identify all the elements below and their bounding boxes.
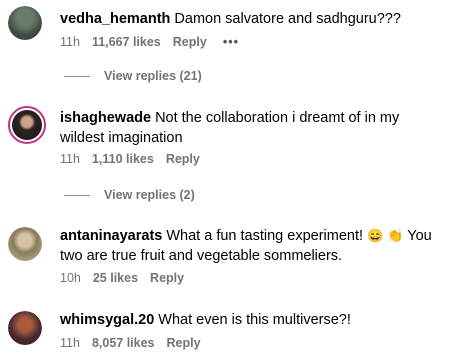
view-replies-button[interactable]: View replies (2) bbox=[64, 186, 195, 204]
username[interactable]: ishaghewade bbox=[60, 110, 151, 126]
clapping-hands-emoji-icon: 👏 bbox=[387, 228, 404, 243]
comment-meta: 10h 25 likes Reply bbox=[60, 269, 196, 287]
username[interactable]: whimsygal.20 bbox=[60, 312, 154, 328]
comment-body: What a fun tasting experiment! bbox=[166, 228, 364, 244]
comment-meta: 11h 8,057 likes Reply bbox=[60, 334, 213, 352]
comment-text: ishaghewade Not the collaboration i dream… bbox=[60, 108, 445, 148]
username[interactable]: antaninayarats bbox=[60, 228, 162, 244]
reply-button[interactable]: Reply bbox=[173, 35, 207, 49]
like-count[interactable]: 11,667 likes bbox=[92, 35, 161, 49]
view-replies-label: View replies (2) bbox=[104, 188, 195, 202]
more-options-icon[interactable]: ••• bbox=[223, 35, 239, 49]
username[interactable]: vedha_hemanth bbox=[60, 11, 170, 27]
reply-button[interactable]: Reply bbox=[167, 336, 201, 350]
comment-text: whimsygal.20 What even is this multiverse… bbox=[60, 310, 445, 330]
reply-button[interactable]: Reply bbox=[166, 152, 200, 166]
comment-body: What even is this multiverse?! bbox=[158, 312, 351, 328]
view-replies-button[interactable]: View replies (21) bbox=[64, 67, 202, 85]
avatar[interactable] bbox=[8, 227, 42, 261]
comment-text: antaninayarats What a fun tasting experim… bbox=[60, 226, 445, 266]
grinning-face-emoji-icon: 😄 bbox=[367, 228, 384, 243]
like-count[interactable]: 1,110 likes bbox=[92, 152, 154, 166]
timestamp[interactable]: 11h bbox=[60, 336, 80, 350]
timestamp[interactable]: 11h bbox=[60, 35, 80, 49]
view-replies-label: View replies (21) bbox=[104, 69, 202, 83]
comment-meta: 11h 1,110 likes Reply bbox=[60, 150, 212, 168]
divider bbox=[64, 194, 90, 196]
avatar[interactable] bbox=[8, 6, 42, 40]
comment-text: vedha_hemanth Damon salvatore and sadhgur… bbox=[60, 9, 445, 29]
divider bbox=[64, 75, 90, 77]
timestamp[interactable]: 10h bbox=[60, 271, 81, 285]
comment-body: Damon salvatore and sadhguru??? bbox=[174, 11, 401, 27]
avatar[interactable] bbox=[8, 311, 42, 345]
timestamp[interactable]: 11h bbox=[60, 152, 80, 166]
avatar[interactable] bbox=[8, 106, 46, 144]
like-count[interactable]: 25 likes bbox=[93, 271, 138, 285]
reply-button[interactable]: Reply bbox=[150, 271, 184, 285]
comment-meta: 11h 11,667 likes Reply ••• bbox=[60, 33, 251, 51]
like-count[interactable]: 8,057 likes bbox=[92, 336, 155, 350]
